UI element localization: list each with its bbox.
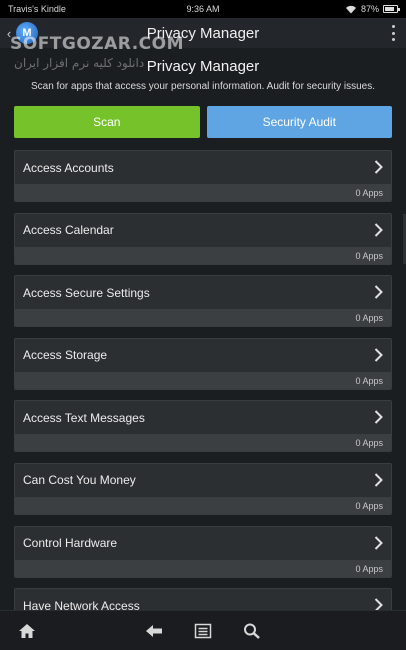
chevron-right-icon (374, 348, 383, 362)
list-item-label: Can Cost You Money (23, 473, 136, 488)
bottom-navigation (0, 610, 406, 650)
list-item-count: 0 Apps (15, 559, 391, 577)
list-item-label: Access Accounts (23, 160, 114, 175)
list-item-count: 0 Apps (15, 434, 391, 452)
battery-icon (383, 5, 400, 13)
chevron-right-icon (374, 473, 383, 487)
permission-list: Access Accounts 0 Apps Access Calendar 0… (14, 150, 392, 650)
list-item-count: 0 Apps (15, 496, 391, 514)
scan-button[interactable]: Scan (14, 106, 200, 138)
page-title: Privacy Manager (146, 58, 260, 75)
device-name: Travis's Kindle (8, 4, 66, 14)
chevron-right-icon (374, 535, 383, 550)
status-right: 87% (345, 4, 400, 14)
page-header: Privacy Manager Scan for apps that acces… (0, 58, 406, 92)
list-item-count: 0 Apps (15, 371, 391, 389)
chevron-right-icon (374, 410, 383, 425)
list-item-count: 0 Apps (15, 184, 391, 201)
list-item-access-calendar[interactable]: Access Calendar 0 Apps (14, 212, 392, 265)
page-subtitle: Scan for apps that access your personal … (30, 81, 376, 92)
status-bar: Travis's Kindle 9:36 AM 87% (0, 0, 406, 18)
battery-percent: 87% (360, 4, 379, 14)
list-item-can-cost-you-money[interactable]: Can Cost You Money 0 Apps (14, 462, 392, 515)
list-item-access-accounts[interactable]: Access Accounts 0 Apps (14, 150, 392, 202)
list-item-label: Access Storage (23, 348, 108, 363)
home-icon[interactable] (18, 623, 36, 639)
list-item-access-secure-settings[interactable]: Access Secure Settings 0 Apps (14, 275, 392, 328)
chevron-right-icon (374, 285, 383, 299)
list-item-label: Access Text Messages (23, 410, 145, 425)
list-item-count: 0 Apps (15, 309, 391, 327)
menu-icon[interactable] (194, 623, 212, 639)
list-item-label: Access Secure Settings (23, 285, 150, 300)
list-item-access-text-messages[interactable]: Access Text Messages 0 Apps (14, 400, 392, 453)
chevron-right-icon (374, 222, 383, 237)
watermark-logo: SOFTGOZAR.COM (10, 34, 185, 54)
action-buttons: Scan Security Audit (14, 106, 392, 138)
security-audit-button[interactable]: Security Audit (206, 106, 392, 138)
chevron-right-icon (374, 160, 383, 174)
back-arrow-icon[interactable] (145, 623, 163, 639)
list-item-control-hardware[interactable]: Control Hardware 0 Apps (14, 525, 392, 578)
overflow-menu-icon[interactable] (390, 25, 396, 41)
wifi-icon (345, 5, 356, 13)
list-item-access-storage[interactable]: Access Storage 0 Apps (14, 337, 392, 390)
list-item-label: Control Hardware (23, 536, 118, 551)
list-item-label: Access Calendar (23, 223, 114, 238)
list-item-count: 0 Apps (15, 246, 391, 264)
search-icon[interactable] (243, 623, 261, 639)
